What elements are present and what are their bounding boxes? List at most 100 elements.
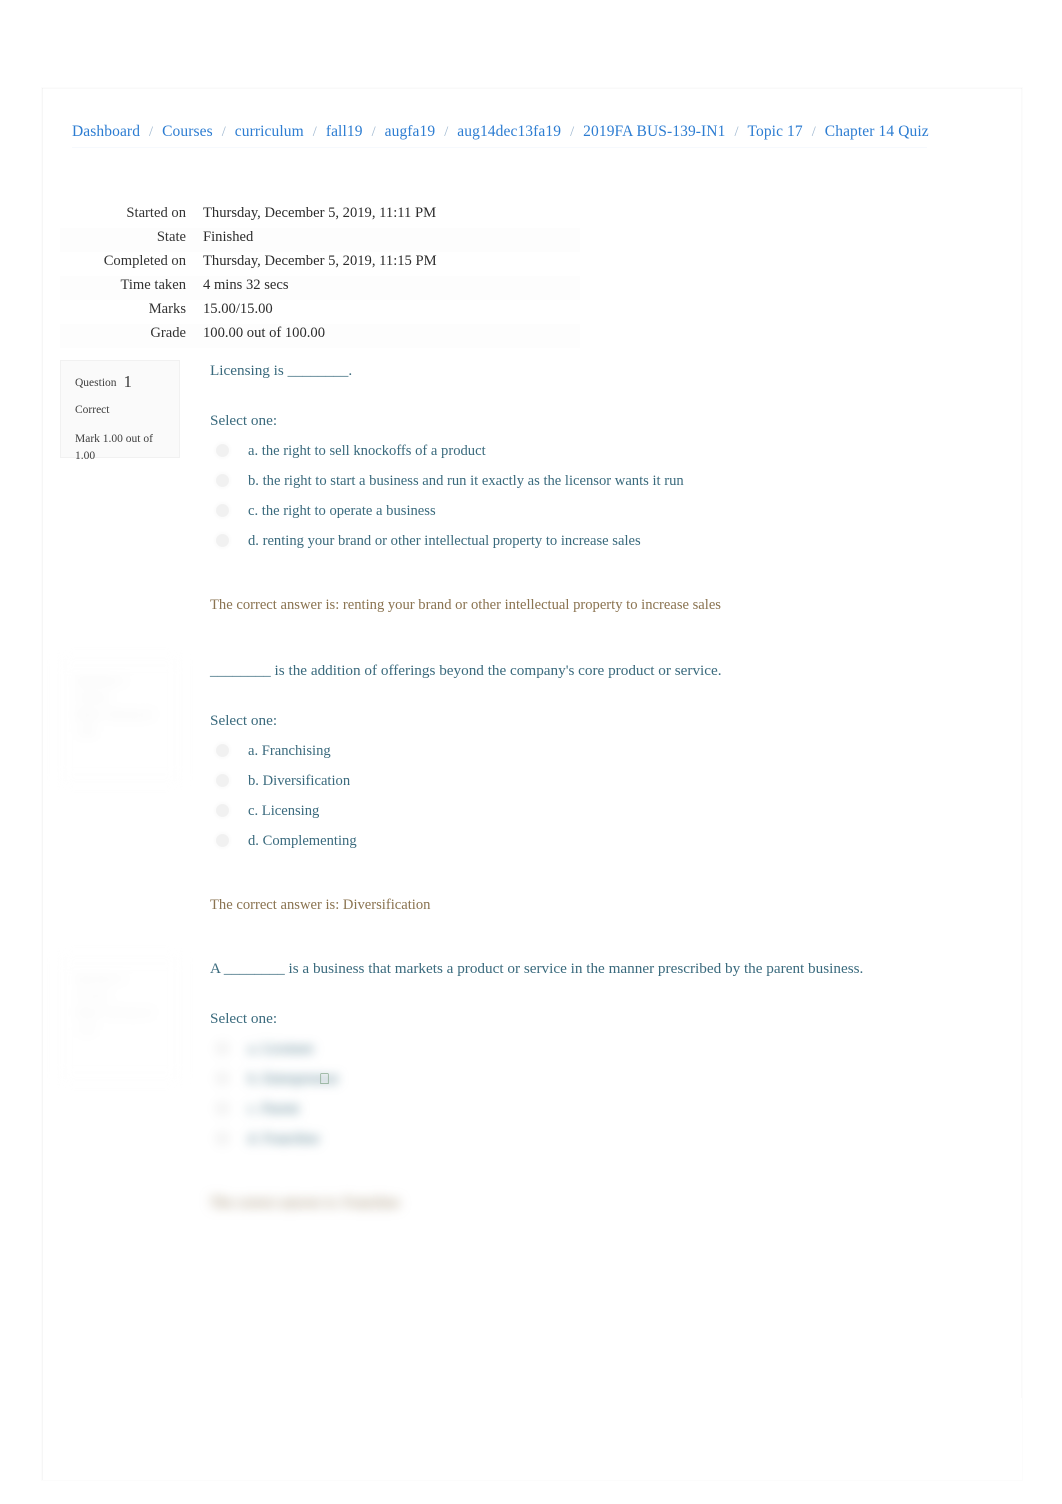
summary-value-completed-on: Thursday, December 5, 2019, 11:15 PM (203, 253, 437, 269)
breadcrumb-item-topic-17[interactable]: Topic 17 (748, 123, 803, 140)
answer-option-label-2b[interactable]: b. Diversification (248, 766, 350, 796)
breadcrumb-divider (72, 147, 927, 148)
question-text-1: Licensing is ________. (210, 362, 353, 379)
breadcrumb-separator: / (444, 124, 449, 140)
question-mark-2: Mark 1.00 out of 1.00 (75, 709, 153, 738)
question-number-label: Question (75, 973, 117, 985)
summary-key-state: State (156, 229, 186, 245)
breadcrumb-separator: / (570, 124, 575, 140)
breadcrumb-item-dashboard[interactable]: Dashboard (72, 123, 140, 140)
answer-option-label-2a[interactable]: a. Franchising (248, 736, 331, 766)
summary-key-marks: Marks (148, 301, 186, 317)
correct-answer-feedback-1: The correct answer is: renting your bran… (210, 597, 721, 613)
radio-button-icon[interactable] (216, 744, 229, 757)
radio-button-icon[interactable] (216, 834, 229, 847)
question-block-3: Question 3 Correct Mark 1.00 out of 1.00… (60, 958, 990, 1248)
breadcrumb-item-chapter-14-quiz[interactable]: Chapter 14 Quiz (825, 123, 929, 140)
radio-button-icon[interactable] (216, 804, 229, 817)
list-item[interactable]: d. renting your brand or other intellect… (210, 526, 990, 556)
question-body-2: ________ is the addition of offerings be… (210, 660, 990, 931)
radio-button-icon[interactable] (216, 1102, 229, 1115)
question-body-1: Licensing is ________. Select one: a. th… (210, 360, 990, 631)
table-row: Time taken 4 mins 32 secs (60, 276, 580, 300)
breadcrumb-item-curriculum[interactable]: curriculum (235, 123, 304, 140)
select-one-label-2: Select one: (210, 712, 278, 729)
question-number-value: 3 (119, 973, 126, 985)
summary-value-time-taken: 4 mins 32 secs (203, 277, 289, 293)
correct-answer-feedback-2: The correct answer is: Diversification (210, 897, 431, 913)
answer-option-list-2: a. Franchising b. Diversification c. Lic… (210, 736, 990, 856)
select-one-label-1: Select one: (210, 412, 278, 429)
question-text-3: A ________ is a business that markets a … (210, 960, 864, 977)
question-info-panel-2: Question 2 Correct Mark 1.00 out of 1.00 (60, 660, 180, 780)
radio-button-icon[interactable] (216, 1042, 229, 1055)
list-item[interactable]: a. Licensee (210, 1034, 990, 1064)
question-block-1: Question 1 Correct Mark 1.00 out of 1.00 … (60, 360, 990, 640)
answer-option-label-2c[interactable]: c. Licensing (248, 796, 319, 826)
answer-option-label-1b[interactable]: b. the right to start a business and run… (248, 466, 684, 496)
list-item[interactable]: b. the right to start a business and run… (210, 466, 990, 496)
summary-key-time-taken: Time taken (120, 277, 186, 293)
container-edge-left (42, 88, 43, 1480)
question-number-value: 2 (119, 675, 126, 687)
correct-answer-feedback-3: The correct answer is: Franchise (210, 1195, 400, 1211)
answer-option-label-2d[interactable]: d. Complementing (248, 826, 357, 856)
list-item[interactable]: c. Parent (210, 1094, 990, 1124)
radio-button-icon[interactable] (216, 504, 229, 517)
table-row: Grade 100.00 out of 100.00 (60, 324, 580, 348)
radio-button-icon[interactable] (216, 534, 229, 547)
list-item[interactable]: d. Complementing (210, 826, 990, 856)
container-edge-top (42, 88, 1022, 89)
question-number-value: 1 (123, 372, 133, 391)
radio-button-icon[interactable] (216, 1072, 229, 1085)
answer-option-label-1d[interactable]: d. renting your brand or other intellect… (248, 526, 641, 556)
answer-option-label-3a[interactable]: a. Licensee (248, 1034, 314, 1064)
missing-glyph-icon: ⎕ (320, 1070, 330, 1088)
question-info-panel-1: Question 1 Correct Mark 1.00 out of 1.00 (60, 360, 180, 462)
summary-value-grade: 100.00 out of 100.00 (203, 325, 326, 341)
list-item[interactable]: a. the right to sell knockoffs of a prod… (210, 436, 990, 466)
question-state-3: Correct (75, 990, 110, 1002)
answer-option-list-1: a. the right to sell knockoffs of a prod… (210, 436, 990, 556)
radio-button-icon[interactable] (216, 1132, 229, 1145)
summary-key-completed-on: Completed on (103, 253, 186, 269)
question-text-2: ________ is the addition of offerings be… (210, 662, 722, 679)
question-number-row: Question 1 (75, 373, 169, 392)
answer-option-label-1a[interactable]: a. the right to sell knockoffs of a prod… (248, 436, 486, 466)
radio-button-icon[interactable] (216, 474, 229, 487)
summary-value-marks: 15.00/15.00 (203, 301, 273, 317)
breadcrumb-item-augfa19[interactable]: augfa19 (385, 123, 436, 140)
answer-option-label-1c[interactable]: c. the right to operate a business (248, 496, 436, 526)
question-block-2: Question 2 Correct Mark 1.00 out of 1.00… (60, 660, 990, 940)
quiz-review-page: Dashboard / Courses / curriculum / fall19 / augf… (0, 0, 1062, 1504)
breadcrumb-separator: / (811, 124, 816, 140)
summary-value-state: Finished (203, 229, 254, 245)
list-item[interactable]: b. Diversification (210, 766, 990, 796)
list-item[interactable]: c. the right to operate a business (210, 496, 990, 526)
question-body-3: A ________ is a business that markets a … (210, 958, 990, 1229)
answer-option-label-3c[interactable]: c. Parent (248, 1094, 299, 1124)
summary-value-started-on: Thursday, December 5, 2019, 11:11 PM (203, 205, 437, 221)
breadcrumb-item-fall19[interactable]: fall19 (326, 123, 363, 140)
breadcrumb-separator: / (221, 124, 226, 140)
breadcrumb-separator: / (371, 124, 376, 140)
radio-button-icon[interactable] (216, 774, 229, 787)
breadcrumb-item-aug14dec13fa19[interactable]: aug14dec13fa19 (457, 123, 561, 140)
list-item[interactable]: d. Franchise (210, 1124, 990, 1154)
breadcrumb-separator: / (734, 124, 739, 140)
list-item[interactable]: c. Licensing (210, 796, 990, 826)
list-item[interactable]: a. Franchising (210, 736, 990, 766)
answer-option-label-3d[interactable]: d. Franchise (248, 1124, 319, 1154)
breadcrumb-item-course-code[interactable]: 2019FA BUS-139-IN1 (583, 123, 725, 140)
select-one-label-3: Select one: (210, 1010, 278, 1027)
container-edge-right (1021, 88, 1022, 1398)
breadcrumb-separator: / (149, 124, 154, 140)
breadcrumb-item-courses[interactable]: Courses (162, 123, 213, 140)
radio-button-icon[interactable] (216, 444, 229, 457)
question-state-1: Correct (75, 404, 110, 416)
breadcrumb-separator: / (312, 124, 317, 140)
attempt-summary-table: Started on Thursday, December 5, 2019, 1… (60, 204, 580, 348)
question-mark-3: Mark 1.00 out of 1.00 (75, 1007, 153, 1036)
breadcrumb: Dashboard / Courses / curriculum / fall19 / augf… (72, 121, 929, 143)
table-row: Completed on Thursday, December 5, 2019,… (60, 252, 580, 276)
